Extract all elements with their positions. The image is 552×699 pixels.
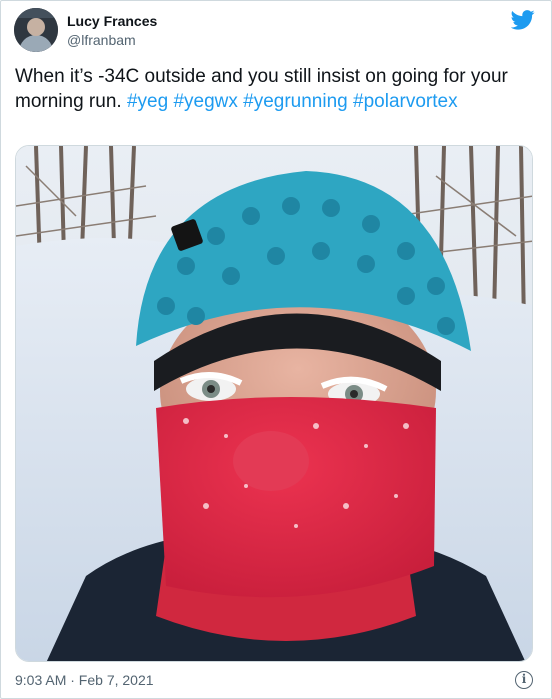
- tweet-card: Lucy Frances @lfranbam When it’s -34C ou…: [0, 0, 552, 699]
- author-handle[interactable]: @lfranbam: [67, 32, 136, 48]
- author-display-name[interactable]: Lucy Frances: [67, 13, 157, 29]
- hashtag-yegrunning[interactable]: #yegrunning: [243, 91, 348, 112]
- hashtag-yeg[interactable]: #yeg: [127, 91, 168, 112]
- tweet-timestamp[interactable]: 9:03 AM · Feb 7, 2021: [15, 672, 154, 688]
- tweet-text: When it’s -34C outside and you still ins…: [15, 64, 539, 114]
- info-icon[interactable]: i: [515, 671, 533, 689]
- hashtag-polarvortex[interactable]: #polarvortex: [353, 91, 458, 112]
- avatar[interactable]: [14, 8, 58, 52]
- tweet-photo[interactable]: [15, 145, 533, 662]
- twitter-bird-icon[interactable]: [511, 9, 535, 31]
- hashtag-yegwx[interactable]: #yegwx: [173, 91, 237, 112]
